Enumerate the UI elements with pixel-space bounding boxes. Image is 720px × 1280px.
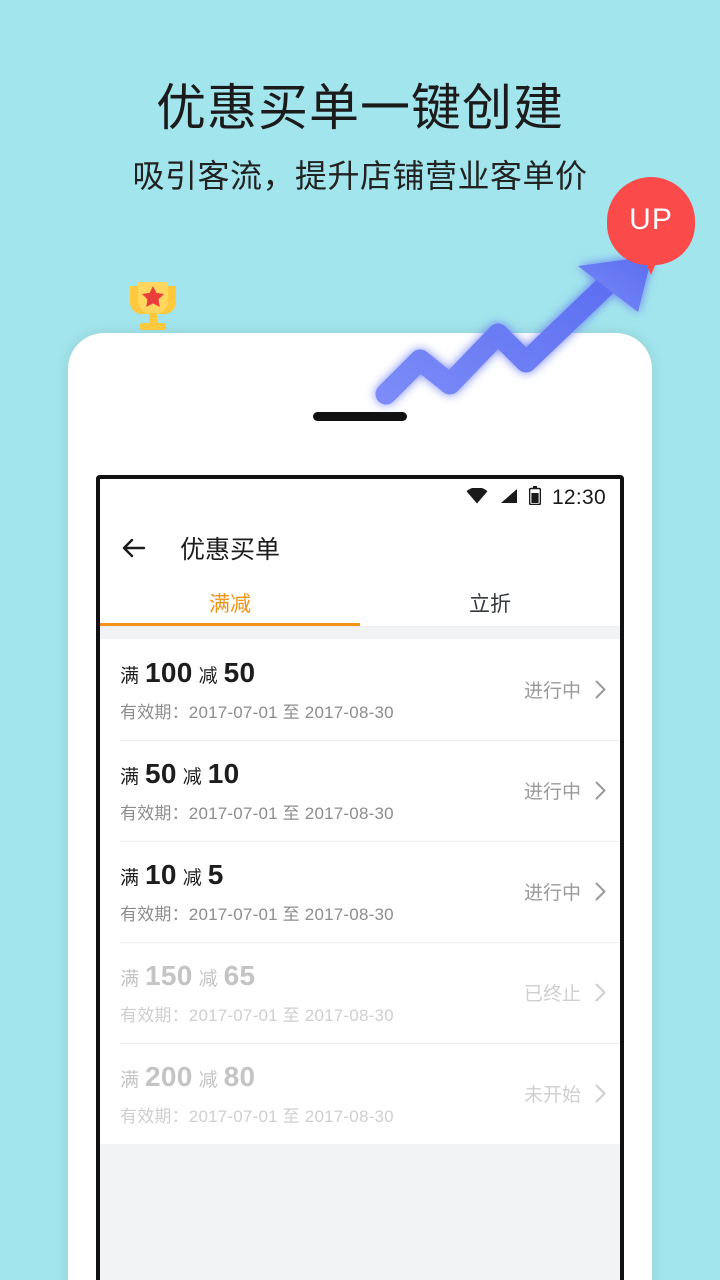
discount-label: 减 (198, 1069, 218, 1091)
threshold-label: 满 (120, 766, 140, 788)
discount-label: 减 (182, 766, 202, 788)
status-badge: 进行中 (523, 782, 581, 803)
tab-manjian[interactable]: 满减 (100, 579, 360, 626)
validity-period: 有效期：2017-07-01 至 2017-08-30 (120, 904, 394, 924)
discount-amount: 80 (223, 1060, 256, 1092)
table-row[interactable]: 满 50 减 10 有效期：2017-07-01 至 2017-08-30 进行… (100, 740, 620, 841)
signal-icon (499, 488, 518, 509)
threshold-amount: 150 (145, 959, 193, 991)
discount-label: 减 (198, 968, 218, 990)
validity-period: 有效期：2017-07-01 至 2017-08-30 (120, 803, 394, 823)
threshold-label: 满 (120, 1069, 140, 1091)
row-status-group: 未开始 (524, 1080, 606, 1107)
tab-bar: 满减 立折 (100, 579, 620, 627)
wifi-icon (466, 486, 488, 509)
status-badge: 进行中 (523, 883, 581, 904)
status-bar: 12:30 (100, 479, 620, 517)
chevron-right-icon[interactable] (595, 1084, 606, 1103)
back-arrow-icon[interactable] (120, 534, 148, 562)
status-badge: 已终止 (523, 984, 581, 1005)
promotion-rule: 满 50 减 10 (120, 758, 524, 790)
promotion-info: 满 10 减 5 有效期：2017-07-01 至 2017-08-30 (120, 859, 524, 925)
threshold-amount: 200 (145, 1060, 193, 1092)
status-bar-clock: 12:30 (551, 486, 606, 509)
promotion-list: 满 100 减 50 有效期：2017-07-01 至 2017-08-30 进… (100, 639, 620, 1280)
list-empty-space (100, 1144, 620, 1280)
promotion-info: 满 150 减 65 有效期：2017-07-01 至 2017-08-30 (120, 960, 524, 1026)
chevron-right-icon[interactable] (595, 882, 606, 901)
promotion-info: 满 200 减 80 有效期：2017-07-01 至 2017-08-30 (120, 1061, 524, 1127)
status-badge: 进行中 (523, 681, 581, 702)
row-status-group: 进行中 (524, 676, 606, 703)
row-status-group: 进行中 (524, 878, 606, 905)
table-row[interactable]: 满 10 减 5 有效期：2017-07-01 至 2017-08-30 进行中 (100, 841, 620, 942)
discount-amount: 50 (223, 656, 256, 688)
table-row[interactable]: 满 150 减 65 有效期：2017-07-01 至 2017-08-30 已… (100, 942, 620, 1043)
phone-mockup: 12:30 优惠买单 满减 立折 满 100 减 50 有效期：2017-07-… (68, 333, 652, 1280)
validity-period: 有效期：2017-07-01 至 2017-08-30 (120, 702, 394, 722)
tab-lizhe[interactable]: 立折 (360, 579, 620, 626)
threshold-amount: 50 (145, 757, 177, 789)
discount-amount: 10 (207, 757, 240, 789)
phone-screen: 12:30 优惠买单 满减 立折 满 100 减 50 有效期：2017-07-… (96, 475, 624, 1280)
validity-period: 有效期：2017-07-01 至 2017-08-30 (120, 1005, 394, 1025)
promotion-info: 满 100 减 50 有效期：2017-07-01 至 2017-08-30 (120, 657, 524, 723)
discount-amount: 65 (223, 959, 256, 991)
chevron-right-icon[interactable] (595, 680, 606, 699)
row-status-group: 已终止 (524, 979, 606, 1006)
tab-active-indicator (100, 623, 360, 626)
status-badge: 未开始 (523, 1085, 581, 1106)
promo-header: 优惠买单一键创建 吸引客流，提升店铺营业客单价 (0, 0, 720, 195)
discount-amount: 5 (207, 858, 224, 890)
battery-icon (528, 486, 542, 510)
table-row[interactable]: 满 200 减 80 有效期：2017-07-01 至 2017-08-30 未… (100, 1043, 620, 1144)
page-title: 优惠买单一键创建 (156, 80, 564, 136)
trophy-icon (126, 278, 180, 338)
row-status-group: 进行中 (524, 777, 606, 804)
tabs-divider (100, 627, 620, 639)
threshold-amount: 10 (145, 858, 177, 890)
discount-label: 减 (182, 867, 202, 889)
app-bar-title: 优惠买单 (180, 536, 281, 564)
promotion-rule: 满 150 减 65 (120, 960, 524, 992)
up-badge-label: UP (629, 202, 673, 236)
promotion-rule: 满 10 减 5 (120, 859, 524, 891)
threshold-amount: 100 (145, 656, 193, 688)
threshold-label: 满 (120, 867, 140, 889)
app-bar: 优惠买单 (100, 517, 620, 579)
promotion-info: 满 50 减 10 有效期：2017-07-01 至 2017-08-30 (120, 758, 524, 824)
discount-label: 减 (198, 665, 218, 687)
promotion-rule: 满 200 减 80 (120, 1061, 524, 1093)
phone-speaker (313, 412, 407, 421)
threshold-label: 满 (120, 968, 140, 990)
threshold-label: 满 (120, 665, 140, 687)
up-badge: UP (607, 177, 695, 275)
validity-period: 有效期：2017-07-01 至 2017-08-30 (120, 1106, 394, 1126)
chevron-right-icon[interactable] (595, 781, 606, 800)
promotion-rule: 满 100 减 50 (120, 657, 524, 689)
chevron-right-icon[interactable] (595, 983, 606, 1002)
table-row[interactable]: 满 100 减 50 有效期：2017-07-01 至 2017-08-30 进… (100, 639, 620, 740)
